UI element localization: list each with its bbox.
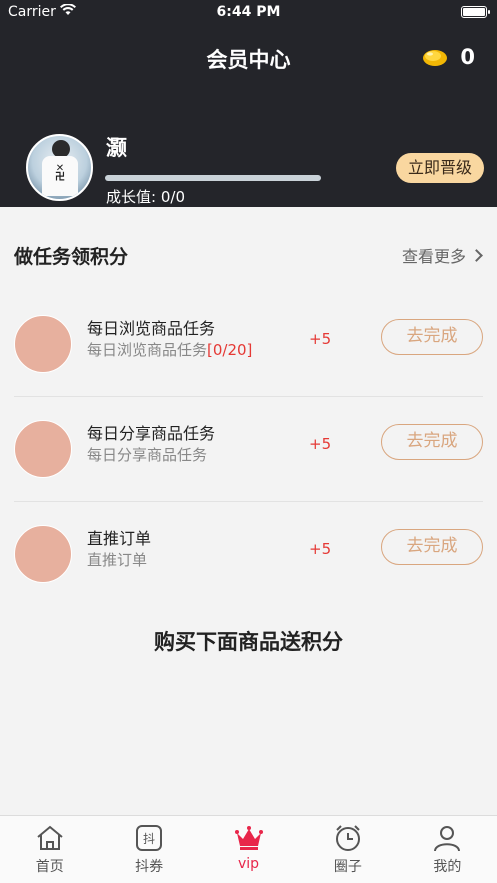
task-item-share: 每日分享商品任务 每日分享商品任务 +5 去完成	[14, 398, 483, 502]
task-name: 每日浏览商品任务	[87, 319, 216, 338]
growth-progress-bar	[105, 175, 321, 181]
tasks-section-header: 做任务领积分 查看更多	[0, 230, 497, 278]
coin-balance[interactable]: 0	[422, 45, 475, 69]
task-complete-button[interactable]: 去完成	[381, 529, 483, 565]
tab-circle[interactable]: 圈子	[298, 816, 397, 883]
view-more-label: 查看更多	[401, 247, 466, 266]
svg-text:抖: 抖	[143, 832, 155, 846]
tab-label: 抖券	[135, 859, 164, 875]
tab-label: vip	[237, 856, 260, 872]
growth-label: 成长值:	[106, 188, 157, 206]
task-points: +5	[309, 330, 332, 348]
task-complete-button[interactable]: 去完成	[381, 319, 483, 355]
header: Carrier 6:44 PM 会员中心 0 ✕ 卍 灏 成长值: 0/0 立即晋…	[0, 0, 497, 207]
tasks-section-title: 做任务领积分	[14, 246, 129, 268]
task-name: 直推订单	[87, 529, 152, 548]
task-complete-button[interactable]: 去完成	[381, 424, 483, 460]
promo-title: 购买下面商品送积分	[154, 630, 343, 654]
task-name: 每日分享商品任务	[87, 424, 216, 443]
status-time: 6:44 PM	[216, 4, 281, 20]
task-points: +5	[309, 435, 332, 453]
task-item-direct-order: 直推订单 直推订单 +5 去完成	[14, 503, 483, 607]
upgrade-button[interactable]: 立即晋级	[396, 153, 484, 183]
tab-douquan[interactable]: 抖 抖券	[99, 816, 198, 883]
tab-label: 首页	[35, 859, 64, 875]
view-more-link[interactable]: 查看更多	[401, 243, 483, 267]
task-points: +5	[309, 540, 332, 558]
alarm-clock-icon	[333, 824, 363, 852]
gold-coin-icon	[422, 47, 448, 67]
status-bar: Carrier 6:44 PM	[0, 0, 497, 26]
tab-label: 圈子	[333, 859, 362, 875]
crown-icon	[234, 824, 264, 852]
tab-vip[interactable]: vip	[199, 816, 298, 883]
task-progress: [0/20]	[207, 341, 253, 359]
coin-count: 0	[460, 45, 475, 69]
home-icon	[35, 824, 65, 852]
user-icon	[432, 824, 462, 852]
growth-value: 成长值: 0/0	[106, 186, 185, 207]
tab-mine[interactable]: 我的	[398, 816, 497, 883]
task-item-browse: 每日浏览商品任务 每日浏览商品任务[0/20] +5 去完成	[14, 293, 483, 397]
username: 灏	[106, 136, 127, 160]
growth-number: 0/0	[160, 188, 185, 206]
douquan-icon: 抖	[134, 824, 164, 852]
task-icon	[14, 315, 72, 373]
avatar[interactable]: ✕ 卍	[26, 134, 93, 201]
chevron-right-icon	[470, 248, 483, 262]
tab-bar: 首页 抖 抖券 vip 圈子 我的	[0, 815, 497, 883]
tab-label: 我的	[433, 859, 462, 875]
task-description: 直推订单	[87, 551, 148, 569]
task-icon	[14, 525, 72, 583]
task-description: 每日浏览商品任务[0/20]	[87, 341, 253, 359]
task-icon	[14, 420, 72, 478]
task-description: 每日分享商品任务	[87, 446, 208, 464]
tab-home[interactable]: 首页	[0, 816, 99, 883]
battery-icon	[461, 6, 490, 18]
